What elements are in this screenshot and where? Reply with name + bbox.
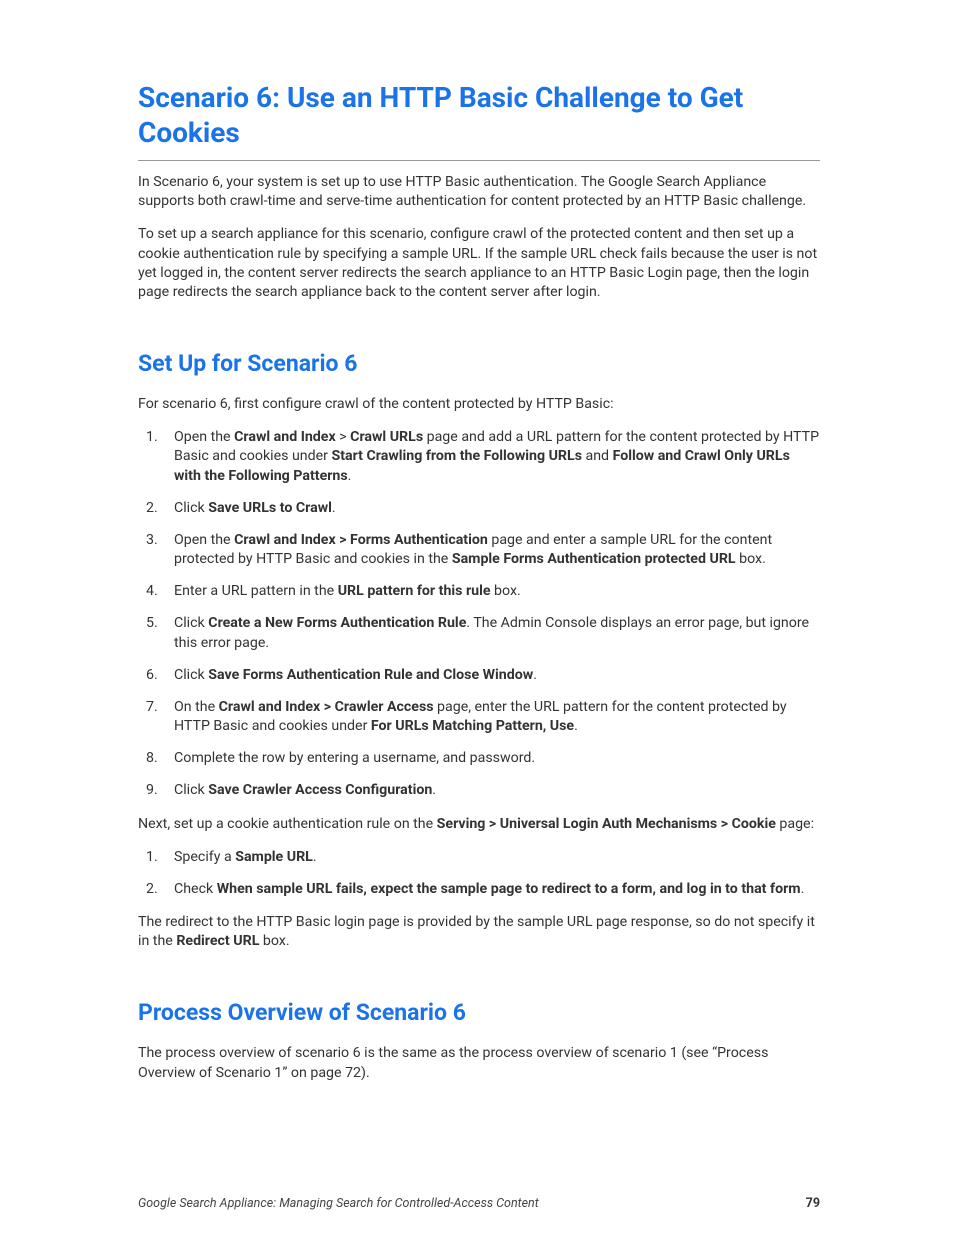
process-overview-paragraph: The process overview of scenario 6 is th… bbox=[138, 1044, 820, 1082]
page-content: Scenario 6: Use an HTTP Basic Challenge … bbox=[0, 0, 954, 1083]
redirect-note: The redirect to the HTTP Basic login pag… bbox=[138, 913, 820, 951]
setup-steps-list: Open the Crawl and Index > Crawl URLs pa… bbox=[138, 428, 820, 800]
list-item: Click Save Forms Authentication Rule and… bbox=[174, 666, 820, 685]
list-item: Open the Crawl and Index > Forms Authent… bbox=[174, 531, 820, 569]
list-item: Open the Crawl and Index > Crawl URLs pa… bbox=[174, 428, 820, 486]
list-item: Click Save Crawler Access Configuration. bbox=[174, 781, 820, 800]
list-item: Click Save URLs to Crawl. bbox=[174, 499, 820, 518]
section-heading-setup: Set Up for Scenario 6 bbox=[138, 350, 820, 377]
list-item: Complete the row by entering a username,… bbox=[174, 749, 820, 768]
list-item: Enter a URL pattern in the URL pattern f… bbox=[174, 582, 820, 601]
list-item: Click Create a New Forms Authentication … bbox=[174, 614, 820, 652]
list-item: Check When sample URL fails, expect the … bbox=[174, 880, 820, 899]
intro-paragraph-1: In Scenario 6, your system is set up to … bbox=[138, 173, 820, 211]
cookie-auth-intro: Next, set up a cookie authentication rul… bbox=[138, 815, 820, 834]
footer-page-number: 79 bbox=[806, 1196, 820, 1211]
section-heading-process: Process Overview of Scenario 6 bbox=[138, 999, 820, 1026]
list-item: Specify a Sample URL. bbox=[174, 848, 820, 867]
cookie-auth-steps-list: Specify a Sample URL. Check When sample … bbox=[138, 848, 820, 899]
page-footer: Google Search Appliance: Managing Search… bbox=[138, 1196, 820, 1211]
main-heading: Scenario 6: Use an HTTP Basic Challenge … bbox=[138, 80, 820, 161]
setup-intro: For scenario 6, first configure crawl of… bbox=[138, 395, 820, 414]
intro-paragraph-2: To set up a search appliance for this sc… bbox=[138, 225, 820, 302]
list-item: On the Crawl and Index > Crawler Access … bbox=[174, 698, 820, 736]
footer-doc-title: Google Search Appliance: Managing Search… bbox=[138, 1196, 539, 1211]
